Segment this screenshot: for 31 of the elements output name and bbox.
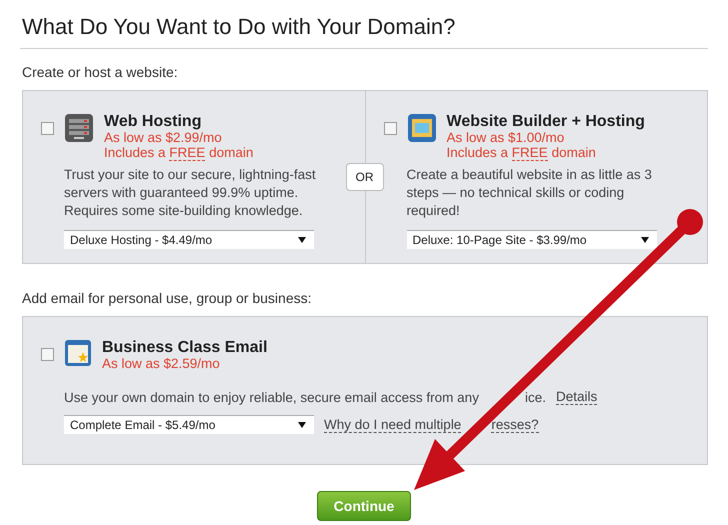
product-name: Business Class Email <box>102 339 268 356</box>
email-window-icon <box>64 339 92 367</box>
price-text: As low as $1.00/mo <box>446 130 566 145</box>
product-description: Trust your site to our secure, lightning-fast servers with guaranteed 99.9% uptime. Requires some site-building knowledge. <box>64 166 317 220</box>
section-label: Create or host a website: <box>22 64 179 80</box>
free-domain-text: Includes a FREE domain <box>446 145 597 160</box>
price-text: As low as $2.59/mo <box>102 356 221 371</box>
help-link-end[interactable]: resses? <box>491 416 539 432</box>
plan-dropdown[interactable]: Deluxe Hosting - $4.49/mo <box>64 230 314 249</box>
server-icon <box>64 113 94 143</box>
plan-dropdown[interactable]: Complete Email - $5.49/mo <box>64 415 314 434</box>
checkbox[interactable] <box>41 348 54 361</box>
product-name: Web Hosting <box>104 113 202 130</box>
or-button[interactable]: OR <box>346 163 384 191</box>
free-domain-text: Includes a FREE domain <box>104 145 254 160</box>
checkbox[interactable] <box>41 122 54 135</box>
help-link[interactable]: Why do I need multiple <box>324 416 462 432</box>
caret-icon <box>640 236 648 244</box>
plan-dropdown[interactable]: Deluxe: 10-Page Site - $3.99/mo <box>406 230 656 249</box>
description-end: ice. <box>524 390 546 404</box>
page-title: What Do You Want to Do with Your Domain? <box>20 0 708 49</box>
checkbox[interactable] <box>384 122 396 135</box>
section-label: Add email for personal use, group or business: <box>22 290 312 306</box>
details-link[interactable]: Details <box>556 389 598 405</box>
caret-icon <box>298 421 306 429</box>
caret-icon <box>298 236 306 244</box>
website-builder-icon <box>406 113 436 143</box>
price-text: As low as $2.99/mo <box>104 130 223 145</box>
product-description: Use your own domain to enjoy reliable, secure email access from any <box>64 390 479 404</box>
product-description: Create a beautiful website in as little as 3 steps — no technical skills or coding required! <box>406 166 653 220</box>
product-name: Website Builder + Hosting <box>446 113 645 130</box>
